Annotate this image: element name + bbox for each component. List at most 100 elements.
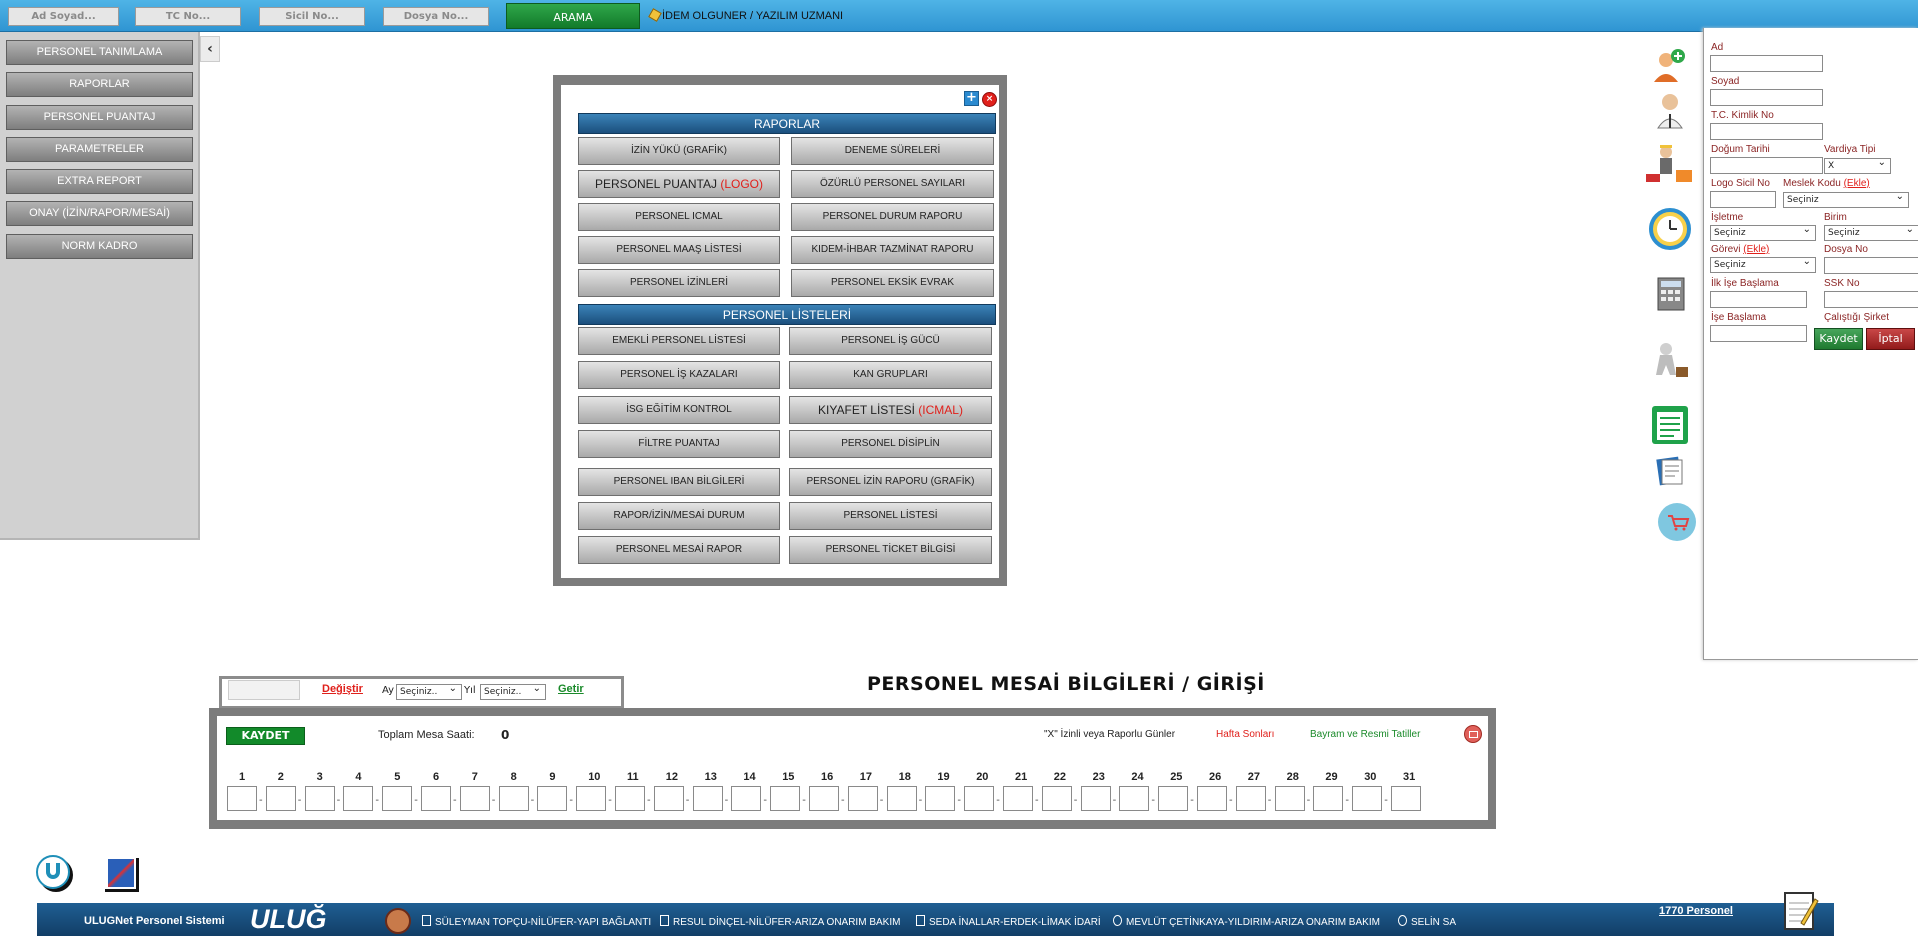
dosya-input[interactable] — [1824, 257, 1918, 274]
report-eksik-evrak-button[interactable]: PERSONEL EKSİK EVRAK — [791, 269, 994, 297]
report-deneme-sureleri-button[interactable]: DENEME SÜRELERİ — [791, 137, 994, 165]
cart-icon[interactable] — [1640, 498, 1700, 546]
search-name-input[interactable]: Ad Soyad... — [8, 7, 119, 26]
search-tc-input[interactable]: TC No... — [135, 7, 241, 26]
report-disiplin-button[interactable]: PERSONEL DİSİPLİN — [789, 430, 992, 458]
meslek-select[interactable]: Seçiniz — [1783, 190, 1909, 208]
report-personel-listesi-button[interactable]: PERSONEL LİSTESİ — [789, 502, 992, 530]
day-input[interactable] — [227, 786, 257, 811]
soyad-input[interactable] — [1710, 89, 1823, 106]
folders-icon[interactable] — [1640, 448, 1700, 496]
day-input[interactable] — [1158, 786, 1189, 811]
day-input[interactable] — [731, 786, 762, 811]
report-kidem-button[interactable]: KIDEM-İHBAR TAZMİNAT RAPORU — [791, 236, 994, 264]
ay-select[interactable]: Seçiniz.. — [396, 682, 462, 700]
collapse-sidebar-button[interactable]: ‹ — [200, 36, 220, 62]
ise-baslama-input[interactable] — [1710, 325, 1807, 342]
day-input[interactable] — [770, 786, 801, 811]
report-kiyafet-button[interactable]: KIYAFET LİSTESİ (ICMAL) — [789, 396, 992, 424]
day-input[interactable] — [498, 786, 529, 811]
save-button[interactable]: Kaydet — [1814, 328, 1863, 350]
report-durum-button[interactable]: PERSONEL DURUM RAPORU — [791, 203, 994, 231]
sidebar-item-parametreler[interactable]: PARAMETRELER — [6, 137, 193, 162]
day-input[interactable] — [809, 786, 839, 811]
day-input[interactable] — [1391, 786, 1421, 811]
report-isg-button[interactable]: İSG EĞİTİM KONTROL — [578, 396, 780, 424]
logo-sicil-input[interactable] — [1710, 191, 1776, 208]
personel-count-link[interactable]: 1770 Personel — [1659, 905, 1733, 917]
day-input[interactable] — [537, 786, 568, 811]
report-iban-button[interactable]: PERSONEL IBAN BİLGİLERİ — [578, 468, 780, 496]
user-profile-icon[interactable] — [1640, 88, 1700, 136]
day-input[interactable] — [692, 786, 723, 811]
sidebar-item-norm-kadro[interactable]: NORM KADRO — [6, 234, 193, 259]
report-is-kazalari-button[interactable]: PERSONEL İŞ KAZALARI — [578, 361, 780, 389]
day-input[interactable] — [304, 786, 335, 811]
day-input[interactable] — [1235, 786, 1266, 811]
day-input[interactable] — [576, 786, 607, 811]
gorevi-select[interactable]: Seçiniz — [1710, 255, 1816, 273]
day-input[interactable] — [1352, 786, 1383, 811]
mesai-save-button[interactable]: KAYDET — [226, 727, 305, 745]
report-mesai-rapor-button[interactable]: PERSONEL MESAİ RAPOR — [578, 536, 780, 564]
day-input[interactable] — [653, 786, 684, 811]
search-dosya-input[interactable]: Dosya No... — [383, 7, 489, 26]
day-input[interactable] — [964, 786, 995, 811]
tc-input[interactable] — [1710, 123, 1823, 140]
personel-code-input[interactable] — [228, 680, 300, 700]
calculator-icon[interactable] — [1640, 270, 1700, 318]
day-input[interactable] — [1274, 786, 1305, 811]
day-input[interactable] — [1313, 786, 1344, 811]
birim-select[interactable]: Seçiniz — [1824, 223, 1918, 241]
day-input[interactable] — [1197, 786, 1227, 811]
sidebar-item-onay[interactable]: ONAY (İZİN/RAPOR/MESAİ) — [6, 201, 193, 226]
day-input[interactable] — [1119, 786, 1150, 811]
sidebar-item-personel-tanimlama[interactable]: PERSONEL TANIMLAMA — [6, 40, 193, 65]
sidebar-item-personel-puantaj[interactable]: PERSONEL PUANTAJ — [6, 105, 193, 130]
report-maas-button[interactable]: PERSONEL MAAŞ LİSTESİ — [578, 236, 780, 264]
day-input[interactable] — [886, 786, 917, 811]
ad-input[interactable] — [1710, 55, 1823, 72]
dogum-input[interactable] — [1710, 157, 1823, 174]
worker-icon[interactable] — [1640, 140, 1700, 188]
day-input[interactable] — [382, 786, 413, 811]
ssk-input[interactable] — [1824, 291, 1918, 308]
report-ticket-button[interactable]: PERSONEL TİCKET BİLGİSİ — [789, 536, 992, 564]
report-personel-puantaj-button[interactable]: PERSONEL PUANTAJ (LOGO) — [578, 170, 780, 198]
mail-icon[interactable] — [1464, 725, 1482, 743]
meslek-ekle-link[interactable]: (Ekle) — [1844, 178, 1870, 189]
report-is-gucu-button[interactable]: PERSONEL İŞ GÜCÜ — [789, 327, 992, 355]
getir-link[interactable]: Getir — [558, 683, 584, 695]
cancel-button[interactable]: İptal — [1866, 328, 1915, 350]
report-izin-yuku-button[interactable]: İZİN YÜKÜ (GRAFİK) — [578, 137, 780, 165]
add-panel-icon[interactable]: + — [964, 91, 979, 106]
sidebar-item-extra-report[interactable]: EXTRA REPORT — [6, 169, 193, 194]
isletme-select[interactable]: Seçiniz — [1710, 223, 1816, 241]
close-icon[interactable]: × — [982, 92, 997, 107]
ilk-ise-input[interactable] — [1710, 291, 1807, 308]
day-input[interactable] — [343, 786, 374, 811]
report-emekli-button[interactable]: EMEKLİ PERSONEL LİSTESİ — [578, 327, 780, 355]
search-sicil-input[interactable]: Sicil No... — [259, 7, 365, 26]
clock-icon[interactable] — [1640, 205, 1700, 253]
add-user-icon[interactable] — [1640, 44, 1700, 92]
person-with-box-icon[interactable] — [1640, 337, 1700, 385]
vardiya-select[interactable]: X — [1824, 156, 1891, 174]
day-input[interactable] — [1080, 786, 1111, 811]
clipboard-icon[interactable] — [1640, 402, 1700, 450]
search-button[interactable]: ARAMA — [506, 3, 640, 29]
day-input[interactable] — [421, 786, 451, 811]
day-input[interactable] — [615, 786, 645, 811]
sidebar-item-raporlar[interactable]: RAPORLAR — [6, 72, 193, 97]
report-filtre-puantaj-button[interactable]: FİLTRE PUANTAJ — [578, 430, 780, 458]
yil-select[interactable]: Seçiniz.. — [480, 682, 546, 700]
report-icmal-button[interactable]: PERSONEL ICMAL — [578, 203, 780, 231]
day-input[interactable] — [1041, 786, 1072, 811]
gorevi-ekle-link[interactable]: (Ekle) — [1743, 244, 1769, 255]
day-input[interactable] — [459, 786, 490, 811]
day-input[interactable] — [265, 786, 296, 811]
report-rapor-izin-mesai-button[interactable]: RAPOR/İZİN/MESAİ DURUM — [578, 502, 780, 530]
report-izinleri-button[interactable]: PERSONEL İZİNLERİ — [578, 269, 780, 297]
report-izin-raporu-button[interactable]: PERSONEL İZİN RAPORU (GRAFİK) — [789, 468, 992, 496]
degistir-link[interactable]: Değiştir — [322, 683, 363, 695]
